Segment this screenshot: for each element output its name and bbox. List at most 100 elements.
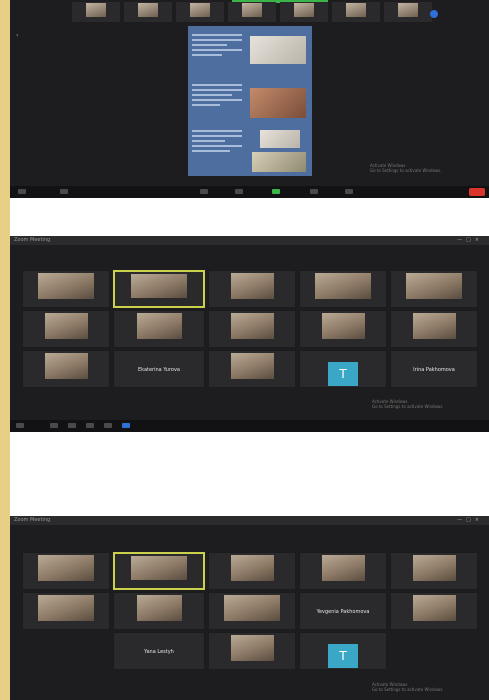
reactions-icon[interactable] xyxy=(345,189,353,194)
participant-video xyxy=(321,555,365,581)
participant-tile[interactable] xyxy=(299,270,387,308)
participant-tile[interactable] xyxy=(22,350,110,388)
window-controls[interactable]: —□× xyxy=(457,237,483,243)
strip-tile[interactable] xyxy=(332,2,380,22)
participant-tile-avatar[interactable]: T xyxy=(299,350,387,388)
participant-video xyxy=(230,555,274,581)
taskbar-app-icon[interactable] xyxy=(104,423,112,428)
participant-tile-video-off[interactable]: Yevgenia Pakhomova xyxy=(299,592,387,630)
participant-video xyxy=(242,3,262,17)
avatar: T xyxy=(328,361,358,386)
participant-video xyxy=(230,273,274,299)
participant-video xyxy=(38,273,94,299)
participant-video xyxy=(346,3,366,17)
participant-tile[interactable] xyxy=(22,270,110,308)
slide-photo xyxy=(252,152,306,172)
participant-tile-video-off[interactable]: Irina Pakhomova xyxy=(390,350,478,388)
chat-icon[interactable] xyxy=(235,189,243,194)
participant-tile[interactable] xyxy=(299,310,387,348)
window-title: Zoom Meeting xyxy=(14,517,51,523)
participant-tile-active-speaker[interactable] xyxy=(113,270,205,308)
activate-windows-notice: Activate Windows Go to Settings to activ… xyxy=(370,163,442,173)
participant-video xyxy=(412,595,456,621)
participant-tile-video-off[interactable]: Yana Lestyh xyxy=(113,632,205,670)
participant-tile[interactable] xyxy=(208,350,296,388)
slide-photo xyxy=(260,130,300,148)
strip-tile[interactable] xyxy=(384,2,432,22)
participants-icon[interactable] xyxy=(200,189,208,194)
participant-name: Ekaterina Yurova xyxy=(137,367,180,374)
participant-video xyxy=(230,635,274,661)
start-icon[interactable] xyxy=(16,423,24,428)
mute-icon[interactable] xyxy=(18,189,26,194)
strip-tile[interactable] xyxy=(124,2,172,22)
participant-tile[interactable] xyxy=(390,592,478,630)
end-meeting-button[interactable] xyxy=(469,188,485,196)
participant-name: Yana Lestyh xyxy=(144,649,174,656)
participant-tile[interactable] xyxy=(208,270,296,308)
strip-tile[interactable] xyxy=(280,2,328,22)
participant-tile[interactable] xyxy=(208,632,296,670)
participant-video xyxy=(294,3,314,17)
participant-tile[interactable] xyxy=(208,552,296,590)
participant-video xyxy=(136,313,182,339)
notice-subtitle: Go to Settings to activate Windows. xyxy=(372,404,444,409)
zoom-app-icon[interactable] xyxy=(122,423,130,428)
participant-tile[interactable] xyxy=(22,552,110,590)
slide-photo xyxy=(250,88,306,118)
strip-tile[interactable] xyxy=(176,2,224,22)
taskbar-app-icon[interactable] xyxy=(68,423,76,428)
participant-video xyxy=(230,313,274,339)
taskbar-app-icon[interactable] xyxy=(86,423,94,428)
record-icon[interactable] xyxy=(310,189,318,194)
participant-tile[interactable] xyxy=(390,552,478,590)
participant-video xyxy=(190,3,210,17)
participant-tile[interactable] xyxy=(22,310,110,348)
participant-strip xyxy=(72,0,432,24)
notice-subtitle: Go to Settings to activate Windows. xyxy=(372,687,444,692)
participant-video xyxy=(224,595,280,621)
zoom-window-gallery-2: Zoom Meeting —□× Yevgenia Pakhomova Yana… xyxy=(10,516,489,700)
participant-video xyxy=(130,274,188,298)
participant-tile[interactable] xyxy=(208,310,296,348)
participant-video xyxy=(315,273,371,299)
activate-windows-notice: Activate Windows Go to Settings to activ… xyxy=(372,682,444,692)
participant-tile-active-speaker[interactable] xyxy=(113,552,205,590)
shared-screen-slide xyxy=(188,26,312,176)
avatar: T xyxy=(328,643,358,668)
slide-photo xyxy=(250,36,306,64)
participant-tile-avatar[interactable]: T xyxy=(299,632,387,670)
participant-video xyxy=(44,353,88,379)
window-titlebar: Zoom Meeting —□× xyxy=(10,236,489,245)
participant-video xyxy=(38,595,94,621)
strip-tile[interactable] xyxy=(228,2,276,22)
window-controls[interactable]: —□× xyxy=(457,517,483,523)
participant-tile[interactable] xyxy=(299,552,387,590)
participant-tile[interactable] xyxy=(22,592,110,630)
participant-video xyxy=(130,556,188,580)
participant-video xyxy=(412,313,456,339)
participant-tile[interactable] xyxy=(113,592,205,630)
participant-video xyxy=(138,3,158,17)
video-icon[interactable] xyxy=(60,189,68,194)
participant-tile[interactable] xyxy=(390,270,478,308)
taskbar-app-icon[interactable] xyxy=(50,423,58,428)
meeting-toolbar xyxy=(10,186,489,198)
share-screen-icon[interactable] xyxy=(272,189,280,194)
participant-video xyxy=(230,353,274,379)
zoom-window-presentation: ‹ Activate Windows Go to Settings to act… xyxy=(10,0,489,198)
window-titlebar: Zoom Meeting —□× xyxy=(10,516,489,525)
participant-tile[interactable] xyxy=(208,592,296,630)
zoom-window-gallery-1: Zoom Meeting —□× Ekaterina Yurova T Irin… xyxy=(10,236,489,432)
chevron-left-icon[interactable]: ‹ xyxy=(16,32,18,39)
participant-tile-video-off[interactable]: Ekaterina Yurova xyxy=(113,350,205,388)
participant-name: Yevgenia Pakhomova xyxy=(316,609,370,616)
slide-text-block xyxy=(192,34,242,59)
slide-text-block xyxy=(192,84,242,109)
participant-avatar-icon[interactable] xyxy=(430,10,438,18)
participant-name: Irina Pakhomova xyxy=(413,367,455,374)
participant-tile[interactable] xyxy=(113,310,205,348)
participant-video xyxy=(136,595,182,621)
participant-tile[interactable] xyxy=(390,310,478,348)
strip-tile[interactable] xyxy=(72,2,120,22)
